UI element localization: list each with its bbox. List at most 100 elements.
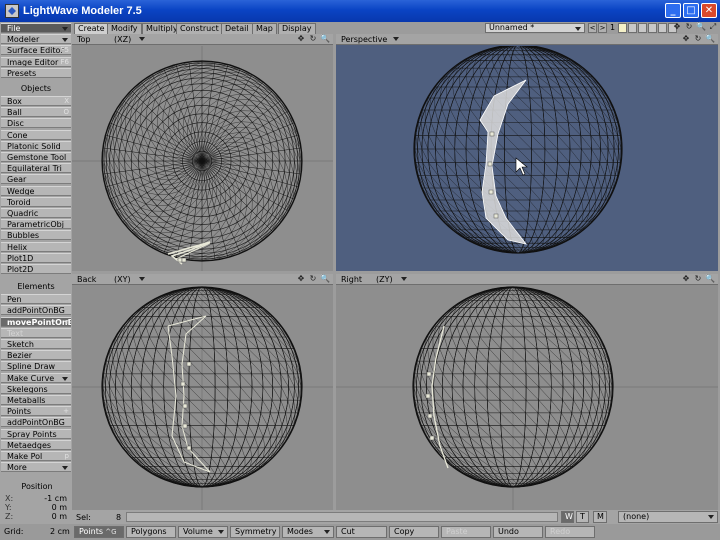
tool-disc[interactable]: Disc: [1, 118, 71, 129]
tool-toroid[interactable]: Toroid: [1, 196, 71, 207]
selected-point[interactable]: [488, 189, 494, 195]
rotate-view-icon[interactable]: ↻: [693, 35, 703, 44]
tool-platonic-solid[interactable]: Platonic Solid: [1, 140, 71, 151]
tool-addpointonbg[interactable]: addPointOnBG: [1, 417, 71, 428]
tool-file[interactable]: File: [1, 23, 71, 33]
selected-point[interactable]: [186, 361, 192, 367]
selected-point[interactable]: [427, 413, 433, 419]
tab-display[interactable]: Display: [278, 23, 316, 34]
layer-box-4[interactable]: [648, 23, 657, 33]
viewport-perspective-canvas[interactable]: [336, 46, 718, 271]
tool-sketch[interactable]: Sketch: [1, 339, 71, 349]
viewport-back-canvas[interactable]: [72, 286, 333, 510]
bottom-copy-button[interactable]: Copy: [389, 526, 439, 538]
tool-surface-editor[interactable]: Surface Editor F5: [1, 45, 71, 56]
tool-quadric[interactable]: Quadric: [1, 208, 71, 218]
zoom-icon[interactable]: 🔍: [696, 23, 706, 32]
move-view-icon[interactable]: ✥: [296, 35, 306, 44]
tool-cone[interactable]: Cone: [1, 129, 71, 140]
viewport-back[interactable]: Back (XY) ✥ ↻ 🔍: [72, 274, 333, 510]
selected-point[interactable]: [181, 257, 187, 263]
viewport-perspective-name[interactable]: Perspective: [341, 35, 387, 44]
layer-box-1[interactable]: [618, 23, 627, 33]
move-view-icon[interactable]: ✥: [672, 23, 682, 32]
zoom-icon[interactable]: 🔍: [320, 35, 330, 44]
viewport-top-name[interactable]: Top: [77, 35, 91, 44]
tab-detail[interactable]: Detail: [221, 23, 253, 34]
tab-create[interactable]: Create: [74, 23, 109, 34]
tool-modeler[interactable]: Modeler: [1, 34, 71, 45]
tool-metaballs[interactable]: Metaballs: [1, 395, 71, 405]
tool-addpointonbg[interactable]: addPointOnBG: [1, 305, 71, 316]
bottom-polygons-button[interactable]: Polygons: [126, 526, 176, 538]
tool-equilateral-tri[interactable]: Equilateral Tri: [1, 163, 71, 174]
tool-skelegons[interactable]: Skelegons: [1, 383, 71, 394]
selected-point[interactable]: [186, 445, 192, 451]
tool-ball[interactable]: Ball O: [1, 107, 71, 118]
tool-make-pol[interactable]: Make Pol p: [1, 451, 71, 461]
tool-metaedges[interactable]: Metaedges: [1, 439, 71, 450]
selected-point[interactable]: [180, 381, 186, 387]
viewport-perspective[interactable]: Perspective ✥ ↻ 🔍: [336, 34, 718, 271]
viewport-right-name[interactable]: Right: [341, 275, 362, 284]
bottom-redo-button[interactable]: Redo: [545, 526, 595, 538]
viewport-top[interactable]: Top (XZ) ✥ ↻ 🔍: [72, 34, 333, 271]
layer-box-2[interactable]: [628, 23, 637, 33]
viewport-back-mode[interactable]: (XY): [114, 275, 131, 284]
tab-construct[interactable]: Construct: [176, 23, 223, 34]
move-view-icon[interactable]: ✥: [296, 275, 306, 284]
tool-bubbles[interactable]: Bubbles: [1, 230, 71, 241]
bottom-cut-button[interactable]: Cut: [336, 526, 387, 538]
rotate-view-icon[interactable]: ↻: [684, 23, 694, 32]
viewport-back-name[interactable]: Back: [77, 275, 96, 284]
tool-helix[interactable]: Helix: [1, 241, 71, 252]
maximize-view-icon[interactable]: ⤢: [708, 23, 718, 32]
chevron-down-icon[interactable]: [400, 275, 408, 283]
viewport-right-canvas[interactable]: [336, 286, 718, 510]
bottom-undo-button[interactable]: Undo: [493, 526, 543, 538]
layer-box-3[interactable]: [638, 23, 647, 33]
vmap-selector[interactable]: (none): [618, 511, 718, 523]
tool-spray-points[interactable]: Spray Points: [1, 428, 71, 439]
tool-presets[interactable]: Presets: [1, 67, 71, 78]
minimize-button[interactable]: _: [665, 3, 681, 18]
chevron-down-icon[interactable]: [138, 275, 146, 283]
viewport-top-mode[interactable]: (XZ): [114, 35, 131, 44]
tool-plot2d[interactable]: Plot2D: [1, 264, 71, 274]
tool-points[interactable]: Points +: [1, 406, 71, 417]
rotate-view-icon[interactable]: ↻: [308, 35, 318, 44]
tool-image-editor[interactable]: Image Editor F6: [1, 56, 71, 67]
tool-box[interactable]: Box X: [1, 96, 71, 106]
tool-text[interactable]: Text: [1, 327, 71, 338]
chevron-down-icon[interactable]: [138, 35, 146, 43]
bottom-modes-button[interactable]: Modes: [282, 526, 334, 538]
layer-prev-button[interactable]: <: [588, 23, 597, 33]
selected-point[interactable]: [425, 393, 431, 399]
tab-modify[interactable]: Modify: [107, 23, 142, 34]
tool-plot1d[interactable]: Plot1D: [1, 252, 71, 263]
layer-box-5[interactable]: [658, 23, 667, 33]
zoom-icon[interactable]: 🔍: [705, 275, 715, 284]
selected-point[interactable]: [487, 161, 493, 167]
bottom-volume-button[interactable]: Volume: [178, 526, 228, 538]
tool-movepointonbg[interactable]: movePointOnBGr: [1, 316, 71, 327]
tool-parametricobj[interactable]: ParametricObj: [1, 219, 71, 230]
tmap-toggle[interactable]: T: [576, 511, 589, 523]
close-button[interactable]: ✕: [701, 3, 717, 18]
tool-gear[interactable]: Gear: [1, 174, 71, 185]
bottom-points-button[interactable]: Points ^G: [74, 526, 124, 538]
move-view-icon[interactable]: ✥: [681, 275, 691, 284]
chevron-down-icon[interactable]: [392, 35, 400, 43]
move-view-icon[interactable]: ✥: [681, 35, 691, 44]
viewport-right-mode[interactable]: (ZY): [376, 275, 393, 284]
selected-point[interactable]: [489, 131, 495, 137]
viewport-top-canvas[interactable]: [72, 46, 333, 271]
zoom-icon[interactable]: 🔍: [320, 275, 330, 284]
tool-spline-draw[interactable]: Spline Draw: [1, 361, 71, 372]
tool-bezier[interactable]: Bezier: [1, 350, 71, 361]
wmap-toggle[interactable]: W: [561, 511, 574, 523]
selected-point[interactable]: [182, 423, 188, 429]
viewport-right[interactable]: Right (ZY) ✥ ↻ 🔍: [336, 274, 718, 510]
tool-pen[interactable]: Pen: [1, 294, 71, 305]
bottom-symmetry-button[interactable]: Symmetry: [230, 526, 280, 538]
